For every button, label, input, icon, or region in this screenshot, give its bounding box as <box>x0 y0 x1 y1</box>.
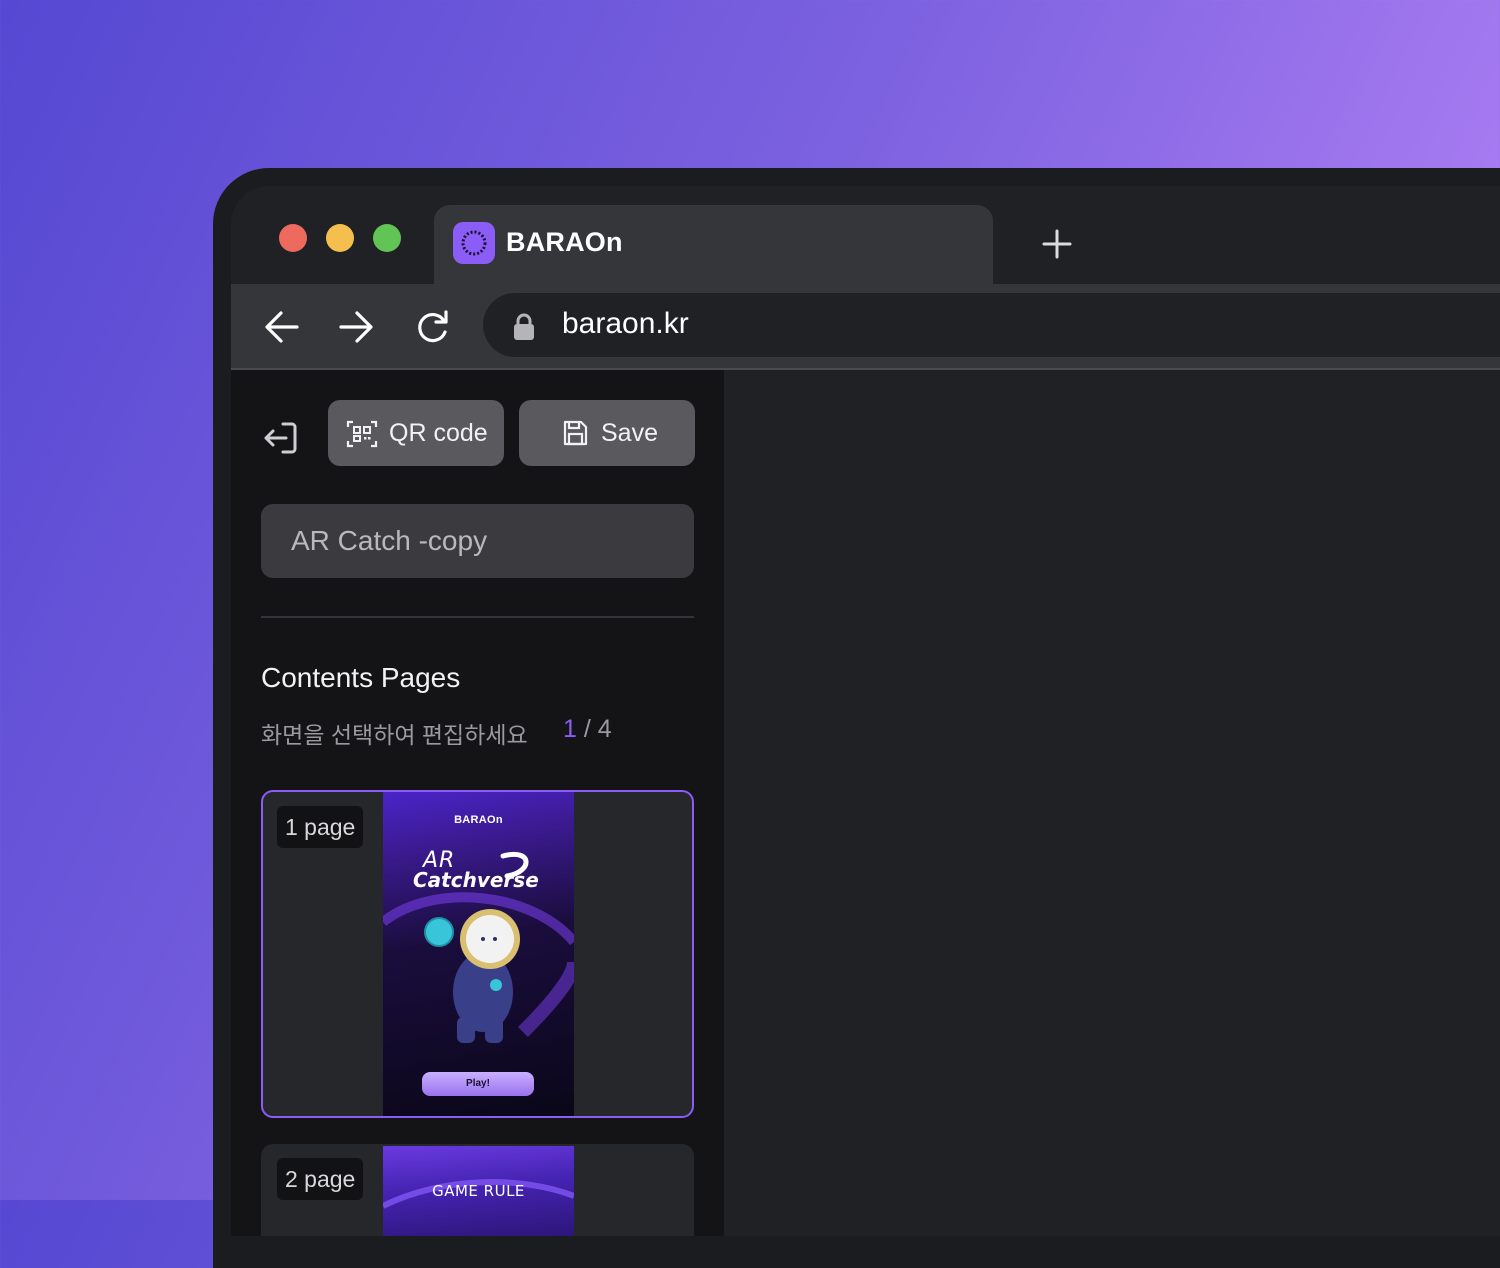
forward-arrow-icon[interactable] <box>337 308 375 346</box>
divider <box>261 616 694 618</box>
lock-icon <box>512 312 536 347</box>
page-label: 2 page <box>277 1158 364 1200</box>
close-window-button[interactable] <box>279 224 307 252</box>
minimize-window-button[interactable] <box>326 224 354 252</box>
address-bar[interactable]: baraon.kr <box>483 293 1500 357</box>
thumbnail-heading: GAME RULE <box>432 1182 525 1200</box>
editor-sidebar: QR code Save AR Catch -copy Contents Pag… <box>231 370 724 1236</box>
thumbnail-brand: BARAOn <box>454 814 503 826</box>
page-counter: 1 / 4 <box>563 715 612 744</box>
current-page-number: 1 <box>563 715 577 743</box>
project-name-input[interactable]: AR Catch -copy <box>261 504 694 578</box>
qr-code-button[interactable]: QR code <box>328 400 504 466</box>
page-thumbnail: BARAOn AR Catchverse Play! <box>383 792 574 1116</box>
new-tab-plus-icon[interactable] <box>1041 228 1073 260</box>
select-screen-hint: 화면을 선택하여 편집하세요 <box>261 722 528 748</box>
url-text: baraon.kr <box>562 307 689 340</box>
baraon-favicon-icon <box>453 222 495 264</box>
exit-icon[interactable] <box>261 417 303 459</box>
page-card-1[interactable]: 1 page BARAOn AR Catchverse Play! <box>261 790 694 1118</box>
qr-scan-icon <box>346 419 378 456</box>
page-label: 1 page <box>277 806 364 848</box>
browser-toolbar: baraon.kr <box>231 284 1500 370</box>
thumbnail-play-button: Play! <box>422 1072 534 1096</box>
save-button[interactable]: Save <box>519 400 695 466</box>
floppy-disk-icon <box>561 419 589 454</box>
save-label: Save <box>601 419 658 447</box>
editor-canvas-area <box>724 370 1500 1236</box>
thumbnail-title-line2: Catchverse <box>413 868 539 892</box>
page-card-2[interactable]: 2 page GAME RULE <box>261 1144 694 1236</box>
total-pages: / 4 <box>583 715 612 743</box>
page-thumbnail: GAME RULE <box>383 1146 574 1236</box>
browser-tab[interactable]: BARAOn <box>434 205 993 284</box>
browser-window: BARAOn baraon.kr QR code Save AR Catch -… <box>231 186 1500 1236</box>
maximize-window-button[interactable] <box>373 224 401 252</box>
reload-icon[interactable] <box>413 308 451 346</box>
contents-pages-title: Contents Pages <box>261 662 461 693</box>
tab-title: BARAOn <box>506 227 623 257</box>
qr-code-label: QR code <box>389 419 488 447</box>
back-arrow-icon[interactable] <box>263 308 301 346</box>
title-bar: BARAOn <box>231 186 1500 284</box>
thumbnail-artwork <box>383 852 574 1043</box>
